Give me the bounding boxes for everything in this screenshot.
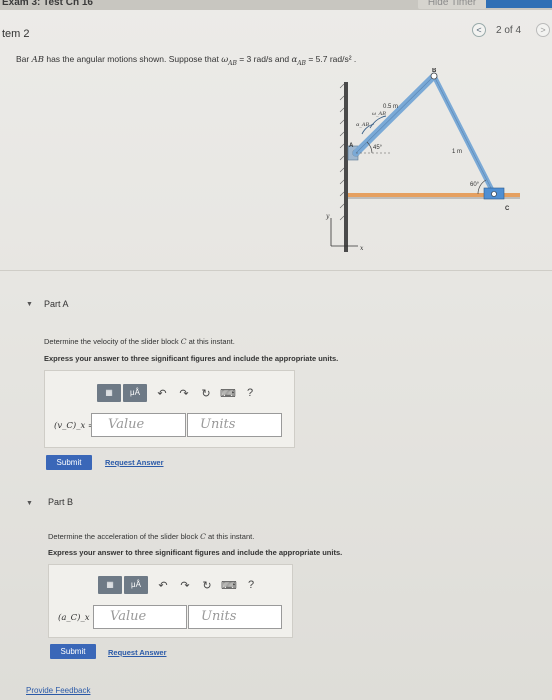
mu-button[interactable]: μÅ xyxy=(124,576,148,594)
reset-icon[interactable]: ↻ xyxy=(197,387,215,400)
caret-down-icon[interactable]: ▼ xyxy=(26,500,33,507)
axis-x-label: x xyxy=(360,245,364,252)
instruction-text: Determine the velocity of the slider blo… xyxy=(44,337,181,346)
part-a-toolbar: ▦ μÅ ↶ ↷ ↻ ⌨ ? xyxy=(97,384,259,402)
part-a-title[interactable]: Part A xyxy=(44,299,69,309)
problem-text: Bar xyxy=(16,54,32,64)
label-angle-c: 60° xyxy=(470,182,480,188)
part-a-value-input[interactable]: Value xyxy=(91,413,186,437)
chevron-right-icon: > xyxy=(540,25,546,35)
keyboard-icon[interactable]: ⌨ xyxy=(219,387,237,400)
redo-icon[interactable]: ↷ xyxy=(176,579,194,592)
part-b-units-input[interactable]: Units xyxy=(188,605,282,629)
alpha-subscript: AB xyxy=(297,59,306,67)
label-omega: ω_AB xyxy=(372,111,386,117)
template-icon[interactable]: ▦ xyxy=(97,384,121,402)
section-divider xyxy=(0,270,552,271)
problem-bar-name: AB xyxy=(31,55,44,65)
undo-icon[interactable]: ↶ xyxy=(154,579,172,592)
part-a-units-input[interactable]: Units xyxy=(187,413,282,437)
mechanism-figure: B A C 0.5 m 1 m 45° 60° ω_AB α_AB y x xyxy=(325,68,520,252)
part-a-express: Express your answer to three significant… xyxy=(44,354,339,363)
item-title: tem 2 xyxy=(2,28,30,40)
part-b-toolbar: ▦ μÅ ↶ ↷ ↻ ⌨ ? xyxy=(98,576,260,594)
instruction-text: at this instant. xyxy=(205,532,255,541)
omega-value: = 3 rad/s xyxy=(236,54,273,64)
chevron-left-icon: < xyxy=(476,25,482,35)
help-icon[interactable]: ? xyxy=(241,387,259,399)
part-b-value-input[interactable]: Value xyxy=(93,605,187,629)
label-angle-a: 45° xyxy=(373,145,383,151)
label-b: B xyxy=(432,68,437,74)
timer-bar xyxy=(486,0,552,8)
part-a-request-answer[interactable]: Request Answer xyxy=(105,458,164,467)
prev-item-button[interactable]: < xyxy=(472,23,486,37)
label-a: A xyxy=(349,143,354,149)
label-alpha: α_AB xyxy=(356,122,369,128)
next-item-button[interactable]: > xyxy=(536,23,550,37)
keyboard-icon[interactable]: ⌨ xyxy=(220,579,238,592)
help-icon[interactable]: ? xyxy=(242,579,260,591)
instruction-text: Determine the acceleration of the slider… xyxy=(48,532,201,541)
problem-text: and xyxy=(272,54,292,64)
hide-timer-button[interactable]: Hide Timer xyxy=(418,0,486,9)
template-icon[interactable]: ▦ xyxy=(98,576,122,594)
part-a-instruction: Determine the velocity of the slider blo… xyxy=(44,337,235,346)
alpha-value: = 5.7 rad/s² xyxy=(305,54,352,64)
mu-button[interactable]: μÅ xyxy=(123,384,147,402)
undo-icon[interactable]: ↶ xyxy=(153,387,171,400)
bar-bc-outline xyxy=(433,75,495,195)
axis-y-label: y xyxy=(325,213,330,220)
part-b-instruction: Determine the acceleration of the slider… xyxy=(48,532,254,541)
wall xyxy=(344,82,348,252)
part-b-title[interactable]: Part B xyxy=(48,497,73,507)
reset-icon[interactable]: ↻ xyxy=(198,579,216,592)
page: Exam 3: Test Ch 16 Hide Timer tem 2 < 2 … xyxy=(0,0,552,700)
top-bar: Exam 3: Test Ch 16 Hide Timer xyxy=(0,0,552,10)
wall-hatch xyxy=(339,83,345,221)
instruction-text: at this instant. xyxy=(186,337,235,346)
bar-ab-outline xyxy=(355,75,435,154)
omega-subscript: AB xyxy=(228,59,237,67)
problem-text: . xyxy=(351,54,357,64)
part-a-var-label: (v_C)_x = xyxy=(54,421,96,431)
label-len-bc: 1 m xyxy=(452,149,462,155)
pin-c xyxy=(491,191,497,197)
label-len-ab: 0.5 m xyxy=(383,104,398,110)
page-count: 2 of 4 xyxy=(496,25,522,36)
caret-down-icon[interactable]: ▼ xyxy=(26,301,33,308)
redo-icon[interactable]: ↷ xyxy=(175,387,193,400)
part-b-submit-button[interactable]: Submit xyxy=(50,644,96,659)
problem-text: has the angular motions shown. Suppose t… xyxy=(43,54,222,64)
exam-title: Exam 3: Test Ch 16 xyxy=(2,0,93,8)
part-b-express: Express your answer to three significant… xyxy=(48,548,343,557)
provide-feedback-link[interactable]: Provide Feedback xyxy=(26,686,90,695)
problem-statement: Bar AB has the angular motions shown. Su… xyxy=(16,54,356,67)
label-c: C xyxy=(505,206,510,212)
part-a-submit-button[interactable]: Submit xyxy=(46,455,92,470)
part-b-request-answer[interactable]: Request Answer xyxy=(108,648,167,657)
